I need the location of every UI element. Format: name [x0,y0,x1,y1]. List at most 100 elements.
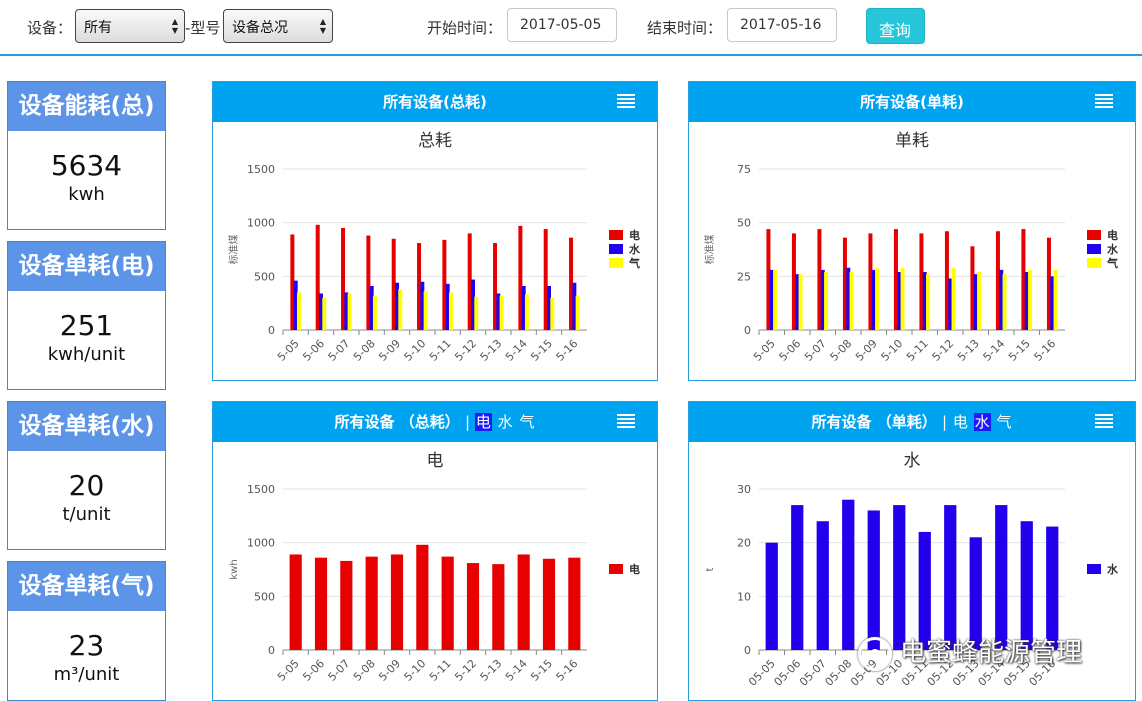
energy-type-selector: | 电 水 气 [465,413,535,431]
bar-总耗-气-5-13 [499,295,504,330]
y-tick-label: 500 [254,590,275,603]
bar-总耗-气-5-05 [296,292,301,330]
wechat-icon [858,636,892,671]
legend-swatch [1087,258,1101,268]
chart-panel-unit: 所有设备(单耗) 单耗 标准煤 0 25 50 75 5-05 5-06 5-07 5-08 5-0… [688,81,1136,381]
x-tick-label: 5-13 [478,337,505,364]
legend-swatch [609,564,623,574]
bar-总耗-气-5-10 [423,291,428,330]
y-tick-label: 0 [268,644,275,657]
y-axis-label: 标准煤 [703,235,716,265]
metric-value: 251 [59,309,114,342]
x-tick-label: 5-10 [402,657,429,684]
y-tick-label: 30 [737,483,751,496]
bar-水-水-05-10 [893,505,906,650]
model-select[interactable]: 设备总况 ▲ ▼ [223,9,333,43]
bar-单耗-气-5-06 [798,274,803,330]
x-tick-label: 5-12 [930,337,957,364]
x-tick-label: 5-15 [1006,337,1033,364]
energy-option-water[interactable]: 水 [973,413,991,431]
metric-card-electric: 设备单耗(电) 251 kwh/unit [7,241,166,390]
y-tick-label: 1000 [247,217,275,230]
y-tick-label: 25 [737,270,751,283]
energy-option-water[interactable]: 水 [497,413,514,431]
x-tick-label: 5-14 [503,337,530,364]
metric-value: 20 [68,469,105,502]
energy-option-electric[interactable]: 电 [474,413,492,431]
bar-水-水-05-07 [816,521,829,650]
y-tick-label: 75 [737,163,751,176]
y-tick-label: 0 [268,324,275,337]
bar-电-电-5-10 [416,544,429,650]
electric-consumption-chart: 电 kwh 0 500 1000 1500 5-055-065-075-085-095-10… [229,451,640,684]
x-tick-label: 5-06 [300,657,327,684]
x-tick-label: 5-08 [828,337,855,364]
device-select-value: 所有 [84,20,112,36]
legend-swatch [1087,564,1101,574]
y-tick-label: 1500 [247,163,275,176]
energy-option-electric[interactable]: 电 [952,413,969,431]
y-axis-label: 标准煤 [227,235,240,265]
x-tick-label: 5-09 [376,337,403,364]
menu-icon[interactable] [1095,414,1113,428]
watermark-text: 电蜜蜂能源管理 [900,638,1083,668]
menu-icon[interactable] [1095,94,1113,108]
bar-单耗-气-5-16 [1053,269,1058,330]
bar-单耗-气-5-15 [1028,269,1033,330]
x-tick-label: 05-08 [823,657,855,689]
filter-toolbar: 设备： 所有 ▲ ▼ -型号 设备总况 ▲ ▼ 开始时间： 2017-05-05 结… [0,0,1142,56]
chart-title: 单耗 [895,131,929,151]
x-tick-label: 5-11 [427,657,454,684]
bar-电-电-5-11 [441,556,454,650]
x-tick-label: 5-08 [351,337,378,364]
start-date-input[interactable]: 2017-05-05 [507,8,617,42]
menu-icon[interactable] [617,414,635,428]
device-select[interactable]: 所有 ▲ ▼ [75,9,185,43]
query-button[interactable]: 查询 [866,8,925,44]
y-tick-label: 0 [744,644,751,657]
chart-title: 电 [427,451,444,471]
metric-title: 设备单耗(气) [8,562,165,611]
bar-总耗-气-5-12 [474,296,479,330]
x-tick-label: 5-05 [275,337,302,364]
bar-电-电-5-09 [390,554,404,650]
legend-label: 电 [629,562,640,576]
x-tick-label: 5-12 [452,337,479,364]
bar-总耗-气-5-14 [524,294,529,330]
legend-swatch [1087,244,1101,254]
y-tick-label: 0 [744,324,751,337]
x-tick-label: 5-07 [326,657,353,684]
chart-panel-title: 所有设备(总耗) [383,93,487,111]
x-tick-label: 5-16 [554,657,581,684]
energy-option-gas[interactable]: 气 [995,413,1012,431]
bar-电-电-5-07 [340,560,353,650]
bar-总耗-气-5-15 [550,297,555,330]
bar-单耗-气-5-05 [773,269,778,330]
x-tick-label: 5-07 [802,337,829,364]
energy-option-gas[interactable]: 气 [518,413,535,431]
chart-panel-title: 所有设备(单耗) [860,93,964,111]
x-tick-label: 5-05 [751,337,778,364]
x-tick-label: 5-10 [879,337,906,364]
model-select-value: 设备总况 [232,20,288,36]
chart-panel-total: 所有设备(总耗) 总耗 标准煤 0 500 1000 1500 5-05 5-06 5-07 5-… [212,81,658,381]
bar-总耗-气-5-06 [322,297,327,330]
metric-value: 5634 [50,149,123,182]
start-time-label: 开始时间： [427,19,503,37]
bar-水-水-05-06 [791,505,804,650]
y-tick-label: 500 [254,270,275,283]
y-tick-label: 20 [737,537,751,550]
end-date-input[interactable]: 2017-05-16 [727,8,837,42]
bar-单耗-气-5-08 [849,272,854,330]
metric-title: 设备单耗(电) [8,242,165,291]
y-axis-label: kwh [229,559,240,579]
bar-电-电-5-12 [466,563,480,650]
legend-label: 电 [629,228,640,242]
bar-水-水-05-05 [765,542,778,650]
x-tick-label: 5-07 [326,337,353,364]
legend-swatch [609,244,623,254]
metric-title: 设备单耗(水) [8,402,165,451]
menu-icon[interactable] [617,94,635,108]
bar-电-电-5-14 [517,554,530,650]
chart-panel-electric: 所有设备 （总耗） | 电 水 气 电 kwh 0 500 1000 1500 5-05 5-… [212,401,658,701]
